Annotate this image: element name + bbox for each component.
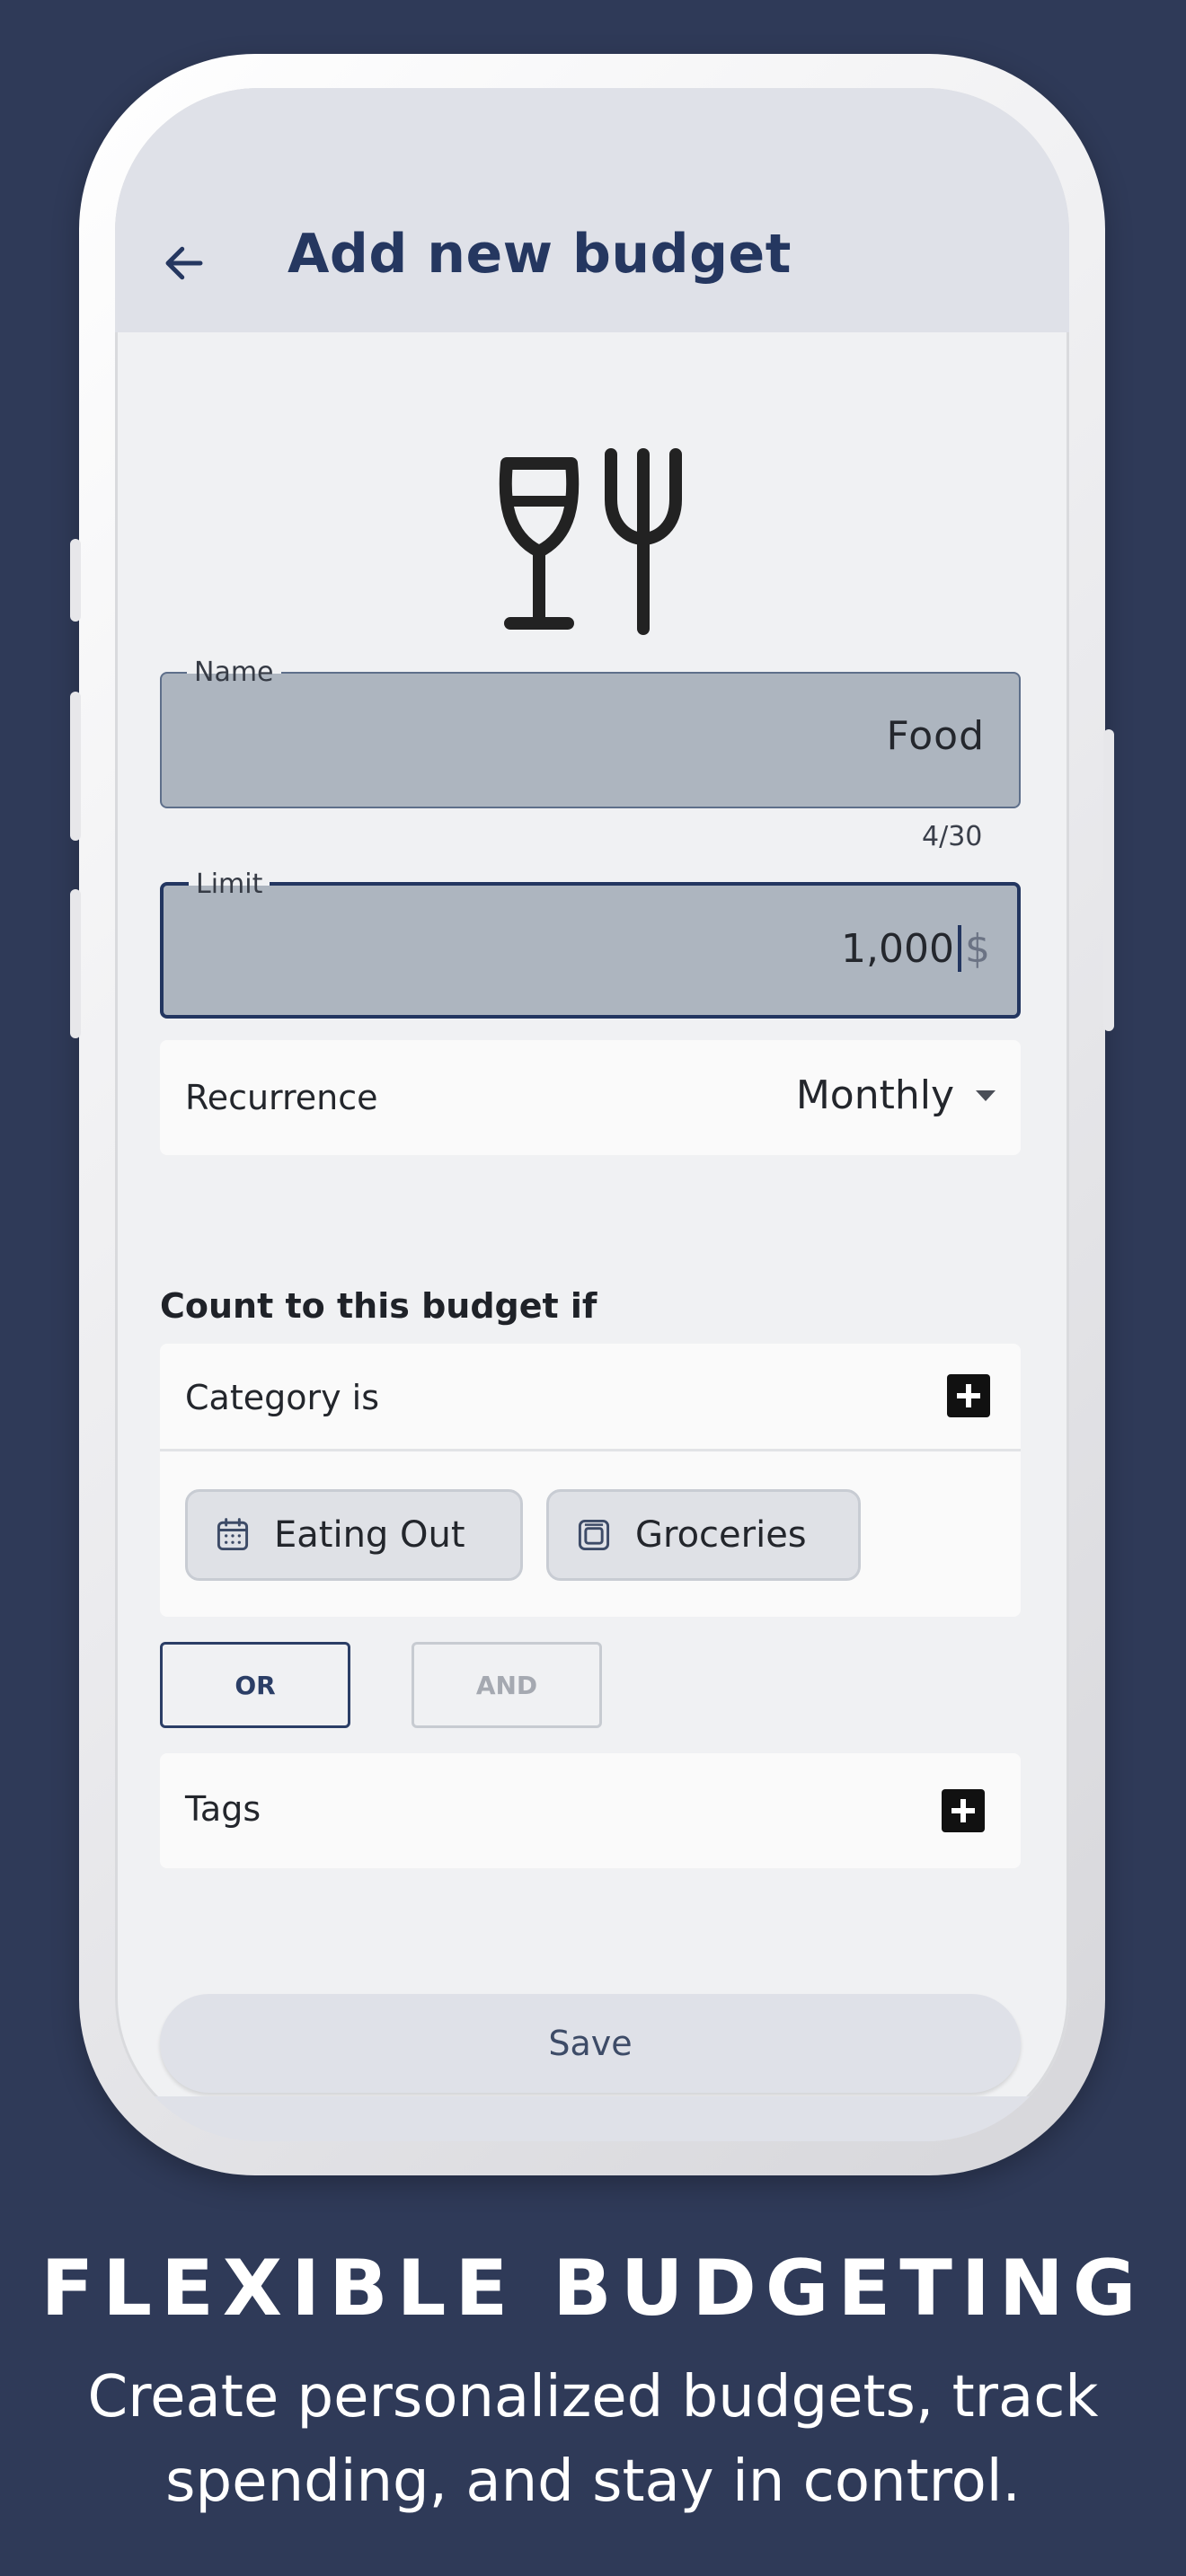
save-button[interactable]: Save [160,1994,1021,2093]
or-toggle-button[interactable]: OR [160,1642,350,1728]
category-chip-eating-out[interactable]: Eating Out [185,1489,523,1581]
app-bar: Add new budget [115,88,1069,332]
limit-value-wrap: 1,000 $ [841,925,990,972]
category-card: Category is Eating Out Groceries [160,1344,1021,1617]
chip-label: Groceries [635,1514,807,1556]
name-field-label: Name [187,656,281,690]
power-button [1103,729,1114,1031]
category-header: Category is [160,1344,1021,1451]
conditions-title: Count to this budget if [160,1286,597,1326]
marketing-subline-line-2: spending, and stay in control. [165,2448,1021,2515]
currency-suffix: $ [965,925,990,972]
caret-down-icon [976,1090,996,1101]
volume-up-button [70,692,81,841]
calendar-icon [217,1518,249,1551]
recurrence-row[interactable]: Recurrence Monthly [160,1040,1021,1155]
limit-field[interactable]: Limit 1,000 $ [160,868,1021,1019]
marketing-headline: FLEXIBLE BUDGETING [40,2244,1146,2333]
chip-label: Eating Out [274,1514,465,1556]
name-char-counter: 4/30 [922,821,983,852]
and-toggle-button[interactable]: AND [412,1642,602,1728]
add-tag-button[interactable] [942,1789,985,1832]
tags-label: Tags [185,1789,261,1829]
limit-field-value: 1,000 [841,925,954,972]
recurrence-dropdown[interactable]: Monthly [796,1072,996,1118]
arrow-left-icon [165,246,203,280]
page-title: Add new budget [288,223,792,286]
bottom-bar [115,2096,1069,2141]
limit-field-label: Limit [189,868,270,902]
marketing-subline: Create personalized budgets, track spend… [0,2355,1186,2524]
category-chip-groceries[interactable]: Groceries [546,1489,861,1581]
square-icon [578,1519,610,1551]
mute-switch [70,539,81,622]
tags-card: Tags [160,1753,1021,1868]
volume-down-button [70,889,81,1038]
text-cursor [958,925,961,972]
phone-frame: Add new budget Name Food 4/30 Limit 1,00… [70,54,1114,2175]
recurrence-label: Recurrence [185,1078,378,1117]
wine-glass-fork-icon[interactable] [494,446,692,643]
category-label: Category is [185,1378,380,1417]
name-field-value: Food [886,713,985,759]
marketing-subline-line-1: Create personalized budgets, track [87,2364,1099,2430]
recurrence-value: Monthly [795,1072,954,1118]
app-screen: Add new budget Name Food 4/30 Limit 1,00… [115,88,1069,2141]
name-field[interactable]: Name Food [160,656,1021,808]
add-category-button[interactable] [947,1374,990,1417]
back-button[interactable] [153,232,216,295]
